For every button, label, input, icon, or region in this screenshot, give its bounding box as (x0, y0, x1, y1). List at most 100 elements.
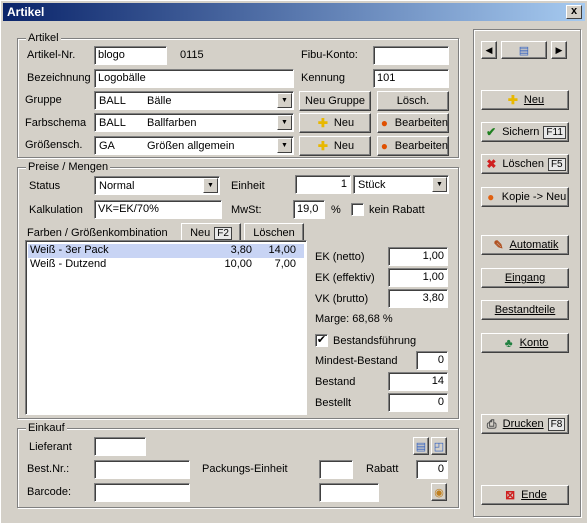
ende-label: Ende (521, 489, 547, 501)
packungs-einheit-input[interactable] (319, 460, 353, 479)
close-button[interactable]: x (566, 5, 582, 19)
gross-code: GA (99, 140, 115, 152)
bestand-input[interactable]: 14 (388, 372, 448, 391)
side-neu-button[interactable]: ✚ Neu (481, 90, 569, 110)
barcode-secondary-input[interactable] (319, 483, 379, 502)
fibu-konto-input[interactable] (373, 46, 449, 65)
preise-legend: Preise / Mengen (26, 161, 111, 173)
f11-key: F11 (543, 125, 566, 139)
ende-button[interactable]: ⊠ Ende (481, 485, 569, 505)
chevron-down-icon[interactable]: ▼ (203, 178, 218, 193)
bestandsfuehrung-checkbox[interactable]: ✔ (315, 334, 328, 347)
packungs-einheit-label: Packungs-Einheit (202, 463, 288, 475)
konto-label: Konto (519, 337, 549, 349)
einheit-qty-input[interactable]: 1 (295, 175, 351, 194)
ek-netto-input[interactable]: 1,00 (388, 247, 448, 266)
kein-rabatt-checkbox[interactable] (351, 203, 364, 216)
gross-bearbeiten-button[interactable]: ● Bearbeiten (377, 136, 449, 156)
search-icon[interactable]: ◰ (431, 437, 447, 455)
lieferant-label: Lieferant (29, 441, 72, 453)
farben-neu-label: Neu (190, 227, 211, 239)
status-label: Status (29, 180, 61, 192)
gruppe-label: Gruppe (25, 94, 62, 106)
barcode-label: Barcode: (27, 486, 72, 498)
list-item-b: 14,00 (268, 244, 296, 256)
print-preview-icon[interactable]: ▤ (501, 41, 547, 59)
window-title: Artikel (7, 5, 45, 19)
gross-neu-label: Neu (333, 140, 355, 152)
mwst-input[interactable]: 19,0 (293, 200, 325, 219)
einheit-select[interactable]: Stück ▼ (353, 175, 449, 194)
side-loschen-button[interactable]: ✖ Löschen F5 (481, 154, 569, 174)
users-icon: ♣ (504, 336, 513, 350)
farben-list[interactable]: Weiß - 3er Pack 3,80 14,00 Weiß - Dutzen… (25, 240, 307, 415)
vk-label: VK (brutto) (315, 293, 369, 305)
edit-icon: ● (380, 116, 389, 130)
printer-icon: ⎙ (486, 417, 497, 431)
gross-name: Größen allgemein (147, 140, 235, 152)
status-select[interactable]: Normal ▼ (94, 176, 220, 195)
bestellt-input[interactable]: 0 (388, 393, 448, 412)
gross-neu-button[interactable]: ✚ Neu (299, 136, 371, 156)
rabatt-input[interactable]: 0 (416, 460, 448, 479)
groessensch-select[interactable]: GA Größen allgemein ▼ (94, 136, 294, 155)
kopie-button[interactable]: ● Kopie -> Neu (481, 187, 569, 207)
side-loschen-label: Löschen (502, 158, 544, 170)
kopie-label: Kopie -> Neu (501, 191, 567, 203)
chevron-down-icon[interactable]: ▼ (432, 177, 447, 192)
artikel-window: Artikel x Artikel Artikel-Nr. blogo 0115… (0, 0, 588, 524)
bestandteile-button[interactable]: Bestandteile (481, 300, 569, 320)
plus-icon: ✚ (507, 93, 518, 107)
chevron-down-icon[interactable]: ▼ (277, 138, 292, 153)
mwst-label: MwSt: (231, 204, 262, 216)
edit-icon: ● (380, 139, 389, 153)
mindest-input[interactable]: 0 (416, 351, 448, 370)
palette-icon[interactable]: ◉ (431, 483, 447, 501)
gruppe-code: BALL (99, 95, 126, 107)
kalkulation-input[interactable]: VK=EK/70% (94, 200, 222, 219)
eingang-label: Eingang (504, 272, 546, 284)
kennung-input[interactable]: 101 (373, 69, 449, 88)
losch-label: Lösch. (396, 95, 430, 107)
ek-eff-input[interactable]: 1,00 (388, 268, 448, 287)
bestnr-input[interactable] (94, 460, 190, 479)
artikel-nr-input[interactable]: blogo (94, 46, 167, 65)
vk-input[interactable]: 3,80 (388, 289, 448, 308)
mwst-unit: % (331, 204, 341, 216)
exit-icon: ⊠ (505, 488, 516, 502)
eingang-button[interactable]: Eingang (481, 268, 569, 288)
gruppe-select[interactable]: BALL Bälle ▼ (94, 91, 294, 110)
bezeichnung-input[interactable]: Logobälle (94, 69, 294, 88)
prev-icon[interactable]: ◀ (481, 41, 497, 59)
printer-icon[interactable]: ▤ (413, 437, 429, 455)
sichern-button[interactable]: ✔ Sichern F11 (481, 122, 569, 142)
list-item[interactable]: Weiß - 3er Pack 3,80 14,00 (28, 244, 304, 258)
automatik-label: Automatik (509, 239, 559, 251)
farb-name: Ballfarben (147, 117, 197, 129)
kalkulation-label: Kalkulation (29, 204, 83, 216)
kein-rabatt-label: kein Rabatt (369, 204, 425, 216)
chevron-down-icon[interactable]: ▼ (277, 115, 292, 130)
fibu-konto-label: Fibu-Konto: (301, 49, 358, 61)
farbschema-select[interactable]: BALL Ballfarben ▼ (94, 113, 294, 132)
konto-button[interactable]: ♣ Konto (481, 333, 569, 353)
plus-icon: ✚ (317, 139, 328, 153)
lieferant-input[interactable] (94, 437, 146, 456)
farb-bearbeiten-button[interactable]: ● Bearbeiten (377, 113, 449, 133)
einheit-value: Stück (358, 179, 386, 191)
next-icon[interactable]: ▶ (551, 41, 567, 59)
copy-icon: ● (487, 190, 495, 204)
neu-gruppe-button[interactable]: Neu Gruppe (299, 91, 371, 111)
list-item[interactable]: Weiß - Dutzend 10,00 7,00 (28, 258, 304, 272)
drucken-label: Drucken (502, 418, 544, 430)
automatik-button[interactable]: ✎ Automatik (481, 235, 569, 255)
barcode-input[interactable] (94, 483, 190, 502)
artikel-nr-extra: 0115 (180, 49, 204, 61)
drucken-button[interactable]: ⎙ Drucken F8 (481, 414, 569, 434)
chevron-down-icon[interactable]: ▼ (277, 93, 292, 108)
delete-icon: ✖ (486, 157, 497, 171)
farb-neu-button[interactable]: ✚ Neu (299, 113, 371, 133)
groessensch-label: Größensch. (25, 139, 83, 151)
losch-button[interactable]: Lösch. (377, 91, 449, 111)
artikel-nr-label: Artikel-Nr. (27, 49, 76, 61)
